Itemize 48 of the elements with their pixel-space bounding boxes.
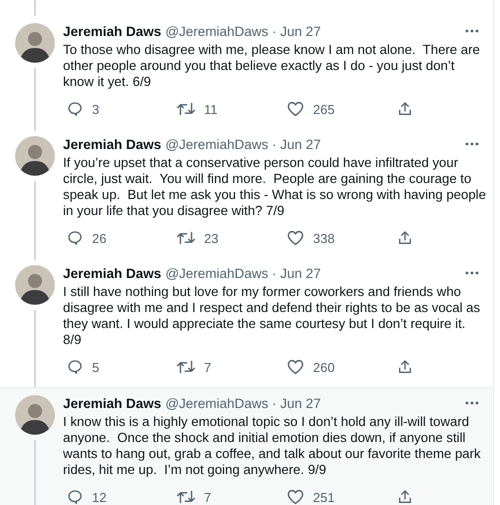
handle-date: @JeremiahDaws · Jun 27 bbox=[165, 136, 321, 152]
avatar-icon[interactable] bbox=[15, 136, 55, 176]
reply-icon bbox=[67, 489, 83, 505]
retweet-button[interactable]: 23 bbox=[173, 230, 283, 246]
like-button[interactable]: 265 bbox=[283, 101, 393, 117]
author-name[interactable]: Jeremiah Daws bbox=[63, 266, 162, 280]
like-button[interactable]: 251 bbox=[283, 489, 393, 505]
retweet-button[interactable]: 11 bbox=[173, 101, 283, 117]
more-icon[interactable] bbox=[465, 271, 479, 275]
tweet-text: I know this is a highly emotional topic so I don’t hold any ill-will toward anyone. Once the shock and initial emotion dies down, if anyone still wants to hang out, grab a coffee, and talk about our favorite theme park rides, hit me up. I’m not going anywhere. 9/9 bbox=[63, 414, 482, 478]
share-icon bbox=[397, 230, 413, 246]
share-icon bbox=[397, 101, 413, 117]
share-icon bbox=[397, 489, 413, 505]
avatar-icon[interactable] bbox=[15, 265, 55, 305]
more-icon[interactable] bbox=[465, 29, 479, 33]
handle-date: @JeremiahDaws · Jun 27 bbox=[165, 266, 321, 280]
avatar-icon[interactable] bbox=[15, 23, 55, 63]
retweet-button[interactable]: 7 bbox=[173, 489, 283, 505]
reply-icon bbox=[67, 359, 83, 375]
more-icon[interactable] bbox=[465, 401, 479, 405]
author-name[interactable]: Jeremiah Daws bbox=[63, 396, 162, 410]
retweet-button[interactable]: 7 bbox=[173, 359, 283, 375]
handle-date: @JeremiahDaws · Jun 27 bbox=[165, 396, 321, 410]
retweet-icon bbox=[177, 101, 195, 117]
reply-icon bbox=[67, 101, 83, 117]
reply-button[interactable]: 5 bbox=[63, 359, 173, 375]
author-name[interactable]: Jeremiah Daws bbox=[63, 24, 162, 38]
more-icon[interactable] bbox=[465, 142, 479, 146]
avatar-icon[interactable] bbox=[15, 395, 55, 435]
author-name[interactable]: Jeremiah Daws bbox=[63, 136, 162, 152]
heart-icon bbox=[287, 230, 304, 246]
reply-button[interactable]: 26 bbox=[63, 230, 173, 246]
reply-icon bbox=[67, 230, 83, 246]
tweet-text: If you’re upset that a conservative person could have infiltrated your circle, just wait. You will find more. People are gaining the courage to speak up. But let me ask you this - What is so wrong with having people in your life that you disagree with? 7/9 bbox=[63, 155, 487, 219]
retweet-icon bbox=[177, 359, 195, 375]
handle-date: @JeremiahDaws · Jun 27 bbox=[165, 24, 321, 38]
share-icon bbox=[397, 359, 413, 375]
retweet-icon bbox=[177, 230, 195, 246]
tweet-text: To those who disagree with me, please know I am not alone. There are other people around you that believe exactly as I do - you just don’t know it yet. 6/9 bbox=[63, 42, 481, 90]
like-button[interactable]: 260 bbox=[283, 359, 393, 375]
reply-button[interactable]: 12 bbox=[63, 489, 173, 505]
heart-icon bbox=[287, 359, 304, 375]
like-button[interactable]: 338 bbox=[283, 230, 393, 246]
reply-button[interactable]: 3 bbox=[63, 101, 173, 117]
heart-icon bbox=[287, 101, 304, 117]
heart-icon bbox=[287, 489, 304, 505]
tweet-text: I still have nothing but love for my former coworkers and friends who disagree with me and I respect and defend their rights to be as vocal as they want. I would appreciate the same courtesy but I don’t require it. 8/9 bbox=[63, 284, 482, 348]
retweet-icon bbox=[177, 489, 195, 505]
